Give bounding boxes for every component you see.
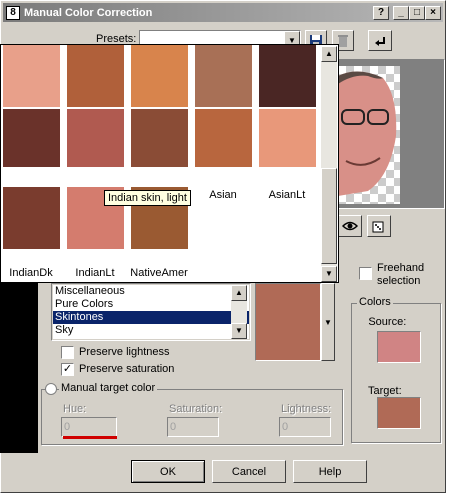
chevron-down-icon: ▼ xyxy=(324,317,332,327)
swatch-tile[interactable] xyxy=(3,187,60,249)
swatch-label: AsianLt xyxy=(268,189,306,201)
cancel-button[interactable]: Cancel xyxy=(212,460,286,483)
swatch-tile[interactable] xyxy=(67,109,124,167)
help-button[interactable]: Help xyxy=(293,460,367,483)
swatch-tile[interactable] xyxy=(3,109,60,167)
scroll-thumb[interactable] xyxy=(321,168,337,264)
reset-button[interactable] xyxy=(368,30,392,51)
app-icon: 8 xyxy=(6,5,20,20)
swatch-tile[interactable] xyxy=(3,45,60,107)
swatch-label: NativeAmer xyxy=(130,267,188,279)
target-label: Target: xyxy=(368,385,402,397)
hue-value: 0 xyxy=(64,421,71,433)
swatch-tile[interactable] xyxy=(131,109,188,167)
selected-color-dropdown[interactable]: ▼ xyxy=(321,283,335,361)
saturation-value: 0 xyxy=(170,421,177,433)
lightness-spinner[interactable]: 0 xyxy=(279,417,331,437)
preview-panel xyxy=(331,59,445,209)
scroll-down-button[interactable]: ▼ xyxy=(231,323,247,339)
hue-label: Hue: xyxy=(63,403,87,415)
swatch-label: Asian xyxy=(209,189,237,201)
ok-button[interactable]: OK xyxy=(131,460,205,483)
category-item[interactable]: Pure Colors xyxy=(53,298,249,311)
source-color-fill xyxy=(378,332,420,362)
check-icon: ✓ xyxy=(62,363,73,375)
background-canvas-strip xyxy=(0,283,38,453)
colors-group-title: Colors xyxy=(357,296,393,308)
scroll-up-button[interactable]: ▲ xyxy=(231,285,247,301)
swatch-tile[interactable] xyxy=(259,45,316,107)
target-color-fill xyxy=(378,398,420,428)
swatch-label: IndianLt xyxy=(75,267,115,279)
swatch-popup[interactable]: ▲ ▼ CaucNor...CaucTanCaucTanLtCaucOliveA… xyxy=(0,44,339,283)
swatch-tile[interactable] xyxy=(131,45,188,107)
manual-target-radio[interactable] xyxy=(45,383,57,395)
reset-arrow-icon xyxy=(375,36,385,46)
saturation-label: Saturation: xyxy=(169,403,223,415)
lightness-value: 0 xyxy=(282,421,289,433)
preview-face-image xyxy=(338,71,397,196)
selected-color-frame[interactable] xyxy=(255,283,321,361)
freehand-label: Freehand selection xyxy=(377,262,425,287)
swatch-tile[interactable] xyxy=(195,109,252,167)
category-item[interactable]: Sky xyxy=(53,324,249,337)
hue-spinner[interactable]: 0 xyxy=(61,417,117,437)
scroll-down-button[interactable]: ▼ xyxy=(321,266,337,282)
freehand-checkbox[interactable] xyxy=(359,267,372,280)
source-label-text: Source: xyxy=(368,316,407,328)
category-list[interactable]: Miscellaneous Pure Colors Skintones Sky xyxy=(53,285,249,339)
close-button[interactable]: × xyxy=(425,5,441,20)
swatch-popup-scrollbar[interactable]: ▲ ▼ xyxy=(321,46,337,282)
category-item-selected[interactable]: Skintones xyxy=(53,311,249,324)
preserve-lightness-label: Preserve lightness xyxy=(79,346,170,358)
dice-icon xyxy=(372,221,384,233)
swatch-tile[interactable] xyxy=(67,45,124,107)
help-title-button[interactable]: ? xyxy=(373,5,389,20)
swatch-tooltip: Indian skin, light xyxy=(104,190,191,206)
preserve-saturation-label: Preserve saturation xyxy=(79,363,175,375)
source-label: SSource: xyxy=(368,316,407,328)
hue-indicator-bar xyxy=(63,436,117,439)
preserve-saturation-checkbox[interactable]: ✓ xyxy=(61,363,74,376)
selected-color-fill xyxy=(256,284,320,360)
swatch-tile[interactable] xyxy=(195,45,252,107)
swatch-label: IndianDk xyxy=(9,267,53,279)
target-color-swatch[interactable] xyxy=(377,397,421,429)
maximize-button[interactable]: □ xyxy=(409,5,425,20)
lightness-label: Lightness: xyxy=(281,403,332,415)
random-button[interactable] xyxy=(367,215,391,237)
scroll-up-button[interactable]: ▲ xyxy=(321,46,337,62)
window-title: Manual Color Correction xyxy=(24,6,153,19)
source-color-swatch[interactable] xyxy=(377,331,421,363)
saturation-spinner[interactable]: 0 xyxy=(167,417,219,437)
eye-icon xyxy=(342,221,358,231)
preview-eye-button[interactable] xyxy=(338,215,362,237)
category-list-scrollbar[interactable]: ▲ ▼ xyxy=(231,285,247,339)
preserve-lightness-checkbox[interactable] xyxy=(61,346,74,359)
title-bar[interactable]: 8 Manual Color Correction ? _ □ × xyxy=(3,3,443,22)
swatch-tile[interactable] xyxy=(259,109,316,167)
minimize-button[interactable]: _ xyxy=(393,5,409,20)
category-item[interactable]: Miscellaneous xyxy=(53,285,249,298)
manual-target-label: Manual target color xyxy=(59,382,158,394)
